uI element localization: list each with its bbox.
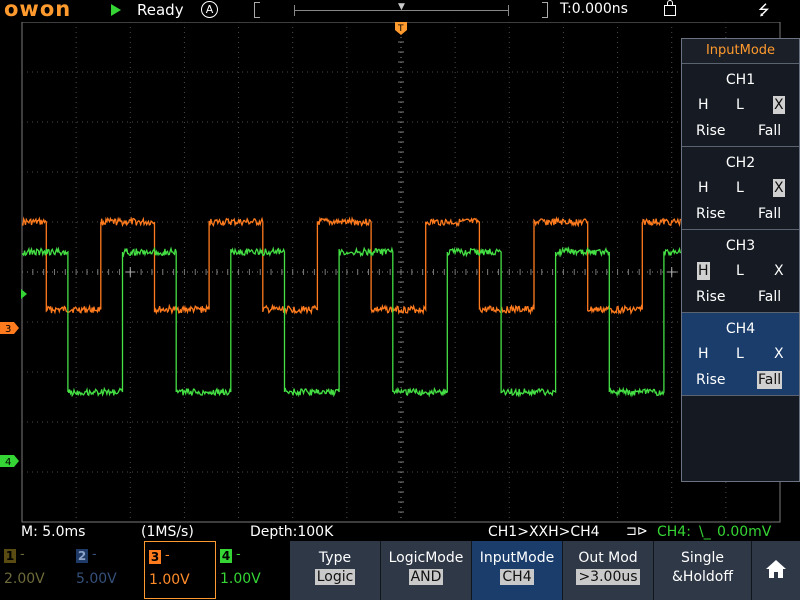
side-item-ch1[interactable]: CH1 H L X Rise Fall	[682, 64, 799, 147]
menu-label: InputMode	[479, 550, 555, 566]
channel-4-status[interactable]: 4 - 1.00V	[216, 541, 288, 599]
trigger-condition-readout: CH1>XXH>CH4	[488, 524, 600, 540]
out-mode-button[interactable]: Out Mod >3.00us	[563, 541, 654, 600]
channel-coupling: -	[92, 547, 97, 562]
trigger-time: T:0.000ns	[560, 1, 628, 17]
menu-label: Single	[680, 550, 725, 566]
menu-value: CH4	[500, 569, 534, 585]
option-low[interactable]: L	[736, 345, 744, 363]
channel-scale: 5.00V	[76, 571, 117, 587]
top-status-bar: owon Ready A ▼ T:0.000ns ⭍	[0, 0, 800, 22]
sample-rate-readout: (1MS/s)	[141, 524, 194, 540]
option-dontcare[interactable]: X	[773, 345, 785, 363]
option-fall[interactable]: Fall	[757, 122, 782, 140]
channel-1-status[interactable]: 1 - 2.00V	[0, 541, 72, 599]
option-low[interactable]: L	[736, 96, 744, 114]
channel-3-status[interactable]: 3 - 1.00V	[144, 541, 216, 599]
type-button[interactable]: Type Logic	[290, 541, 381, 600]
trigger-level-readout: 0.00mV	[717, 524, 772, 540]
option-low[interactable]: L	[736, 262, 744, 280]
ch4-trigger-level-marker[interactable]	[21, 289, 27, 299]
option-dontcare[interactable]: X	[773, 96, 785, 114]
memory-bracket-right	[542, 2, 548, 18]
single-holdoff-button[interactable]: Single &Holdoff	[654, 541, 752, 600]
coupling-icon: ⊐⊳	[626, 524, 648, 539]
side-ch-name: CH4	[725, 321, 756, 337]
option-high[interactable]: H	[697, 179, 710, 197]
input-mode-side-menu: InputMode CH1 H L X Rise Fall CH2 H L X …	[681, 38, 800, 482]
channel-scale: 1.00V	[149, 572, 190, 588]
option-rise[interactable]: Rise	[696, 122, 726, 140]
auto-mode-icon: A	[201, 1, 218, 18]
option-dontcare[interactable]: X	[773, 262, 785, 280]
home-button[interactable]	[752, 541, 800, 600]
record-depth-readout: Depth:100K	[250, 524, 334, 540]
option-low[interactable]: L	[736, 179, 744, 197]
option-fall[interactable]: Fall	[757, 371, 783, 389]
side-menu-title: InputMode	[682, 39, 799, 64]
menu-value: &Holdoff	[672, 569, 733, 585]
channel-scale: 1.00V	[220, 571, 261, 587]
input-mode-button[interactable]: InputMode CH4	[472, 541, 563, 600]
ch3-waveform	[21, 216, 682, 316]
ch3-level-marker[interactable]: 3	[0, 322, 19, 335]
trigger-marker-label: T	[397, 24, 404, 34]
option-rise[interactable]: Rise	[696, 371, 726, 389]
option-high[interactable]: H	[697, 262, 710, 280]
side-ch-name: CH2	[725, 155, 756, 171]
channel-coupling: -	[165, 548, 170, 563]
run-icon	[111, 4, 121, 16]
menu-value: AND	[408, 569, 444, 585]
option-rise[interactable]: Rise	[696, 205, 726, 223]
channel-number: 3	[149, 550, 161, 564]
ch4-marker-label: 4	[5, 457, 11, 468]
side-ch-name: CH3	[725, 238, 756, 254]
brand-logo: owon	[4, 0, 72, 21]
channel-2-status[interactable]: 2 - 5.00V	[72, 541, 144, 599]
side-item-ch2[interactable]: CH2 H L X Rise Fall	[682, 147, 799, 230]
bottom-menu-bar: 1 - 2.00V 2 - 5.00V 3 - 1.00V 4 - 1.00V …	[0, 541, 800, 600]
option-high[interactable]: H	[697, 345, 710, 363]
option-dontcare[interactable]: X	[773, 179, 785, 197]
channel-coupling: -	[20, 547, 25, 562]
menu-value: >3.00us	[576, 569, 640, 585]
memory-window-marker: ▼	[398, 2, 405, 12]
side-item-ch3[interactable]: CH3 H L X Rise Fall	[682, 230, 799, 313]
graticule	[21, 22, 781, 523]
falling-edge-icon: \_	[699, 524, 711, 540]
timebase-readout: M: 5.0ms	[21, 524, 86, 540]
ch4-level-marker[interactable]: 4	[0, 455, 19, 468]
menu-label: Type	[318, 550, 352, 566]
option-fall[interactable]: Fall	[757, 288, 782, 306]
channel-number: 2	[76, 549, 88, 563]
home-icon	[766, 560, 786, 578]
trigger-position-marker[interactable]: T	[395, 22, 407, 35]
acquisition-info-bar: M: 5.0ms (1MS/s) Depth:100K CH1>XXH>CH4 …	[0, 523, 800, 541]
menu-label: Out Mod	[578, 550, 638, 566]
channel-coupling: -	[236, 547, 241, 562]
ch4-waveform	[21, 246, 682, 398]
channel-number: 1	[4, 549, 16, 563]
waveform-svg: 3 4 T	[0, 22, 781, 523]
ch3-marker-label: 3	[5, 324, 11, 335]
usb-icon: ⭍	[758, 3, 770, 19]
menu-value: Logic	[314, 569, 356, 585]
memory-position-bar: ▼	[254, 2, 548, 18]
option-high[interactable]: H	[697, 96, 710, 114]
lock-icon	[664, 0, 676, 16]
menu-label: LogicMode	[388, 550, 464, 566]
side-item-ch4[interactable]: CH4 H L X Rise Fall	[682, 313, 799, 396]
channel-number: 4	[220, 549, 232, 563]
memory-tick	[508, 5, 509, 16]
channel-scale: 2.00V	[4, 571, 45, 587]
option-rise[interactable]: Rise	[696, 288, 726, 306]
option-fall[interactable]: Fall	[757, 205, 782, 223]
memory-bracket-left	[254, 2, 260, 18]
trigger-channel-readout: CH4:	[657, 524, 691, 540]
memory-tick	[294, 5, 295, 16]
run-status: Ready	[137, 1, 184, 19]
logic-mode-button[interactable]: LogicMode AND	[381, 541, 472, 600]
waveform-display[interactable]: 3 4 T	[0, 22, 800, 523]
side-ch-name: CH1	[725, 72, 756, 88]
